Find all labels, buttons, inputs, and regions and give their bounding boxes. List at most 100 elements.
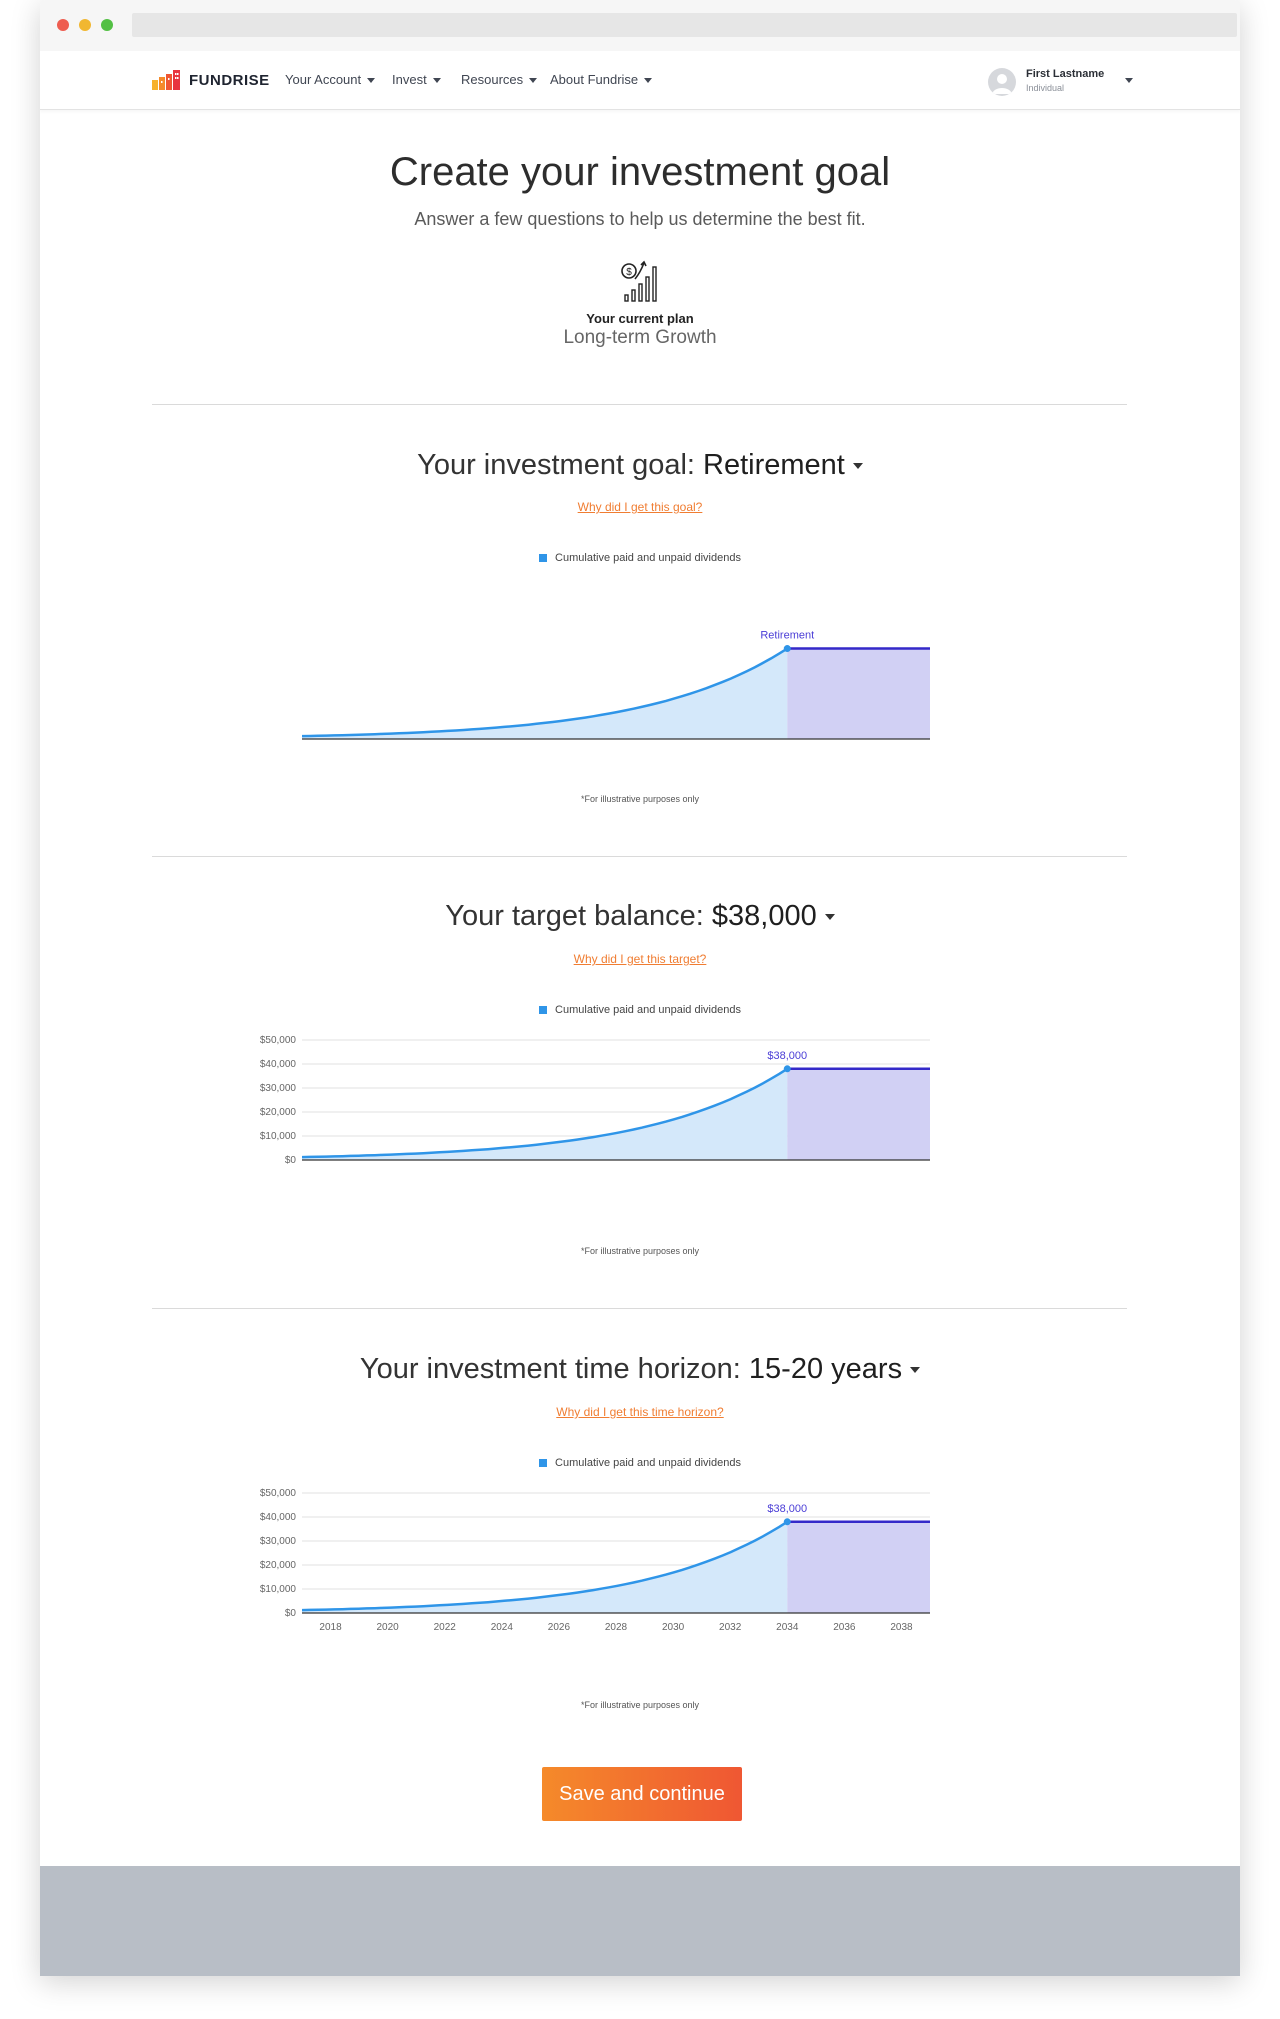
y-tick-label: $50,000 (260, 1488, 297, 1499)
chart-disclaimer: *For illustrative purposes only (580, 1700, 700, 1710)
browser-window: FUNDRISE Your Account Invest Resources A… (40, 0, 1240, 1976)
x-tick-label: 2036 (833, 1622, 856, 1633)
nav-label: Invest (392, 72, 427, 87)
legend-label: Cumulative paid and unpaid dividends (555, 552, 741, 564)
goal-annotation: $38,000 (767, 1503, 807, 1515)
save-and-continue-button[interactable]: Save and continue (542, 1767, 742, 1821)
x-tick-label: 2030 (662, 1622, 685, 1633)
target-chart: $0 $10,000 $20,000 $30,000 $40,000 $50,000 $38… (260, 1035, 930, 1166)
target-select[interactable]: $38,000 (712, 900, 817, 932)
chevron-down-icon[interactable] (910, 1367, 921, 1374)
y-tick-label: $0 (285, 1155, 297, 1166)
y-tick-label: $20,000 (260, 1560, 297, 1571)
goal-region (787, 1521, 930, 1613)
dividend-area (302, 1068, 788, 1160)
x-tick-label: 2034 (776, 1622, 799, 1633)
current-plan-value: Long-term Growth (563, 327, 717, 348)
legend-label: Cumulative paid and unpaid dividends (555, 1457, 741, 1469)
chevron-down-icon[interactable] (852, 463, 863, 470)
browser-chrome (40, 0, 1240, 51)
y-tick-label: $40,000 (260, 1512, 297, 1523)
user-icon (992, 74, 1012, 94)
close-window-dot[interactable] (57, 19, 69, 31)
x-tick-label: 2032 (719, 1622, 742, 1633)
chart-disclaimer: *For illustrative purposes only (580, 794, 700, 804)
x-tick-label: 2026 (548, 1622, 571, 1633)
chart-legend: Cumulative paid and unpaid dividends (40, 1004, 1240, 1016)
user-type: Individual (1026, 83, 1065, 93)
goal-chart: Retirement (301, 630, 930, 740)
current-plan-label: Your current plan (586, 311, 694, 326)
page-title: Create your investment goal (389, 150, 891, 194)
goal-point (783, 1065, 791, 1073)
section-divider (152, 404, 1127, 405)
horizon-select[interactable]: 15-20 years (749, 1353, 902, 1385)
x-tick-label: 2028 (605, 1622, 628, 1633)
page-subtitle: Answer a few questions to help us determ… (414, 209, 866, 229)
user-name: First Lastname (1026, 68, 1105, 80)
dividend-area (302, 648, 788, 739)
minimize-window-dot[interactable] (79, 19, 91, 31)
chart-legend: Cumulative paid and unpaid dividends (40, 552, 1240, 564)
target-title: Your target balance: $38,000 (40, 900, 1240, 933)
top-nav: FUNDRISE Your Account Invest Resources A… (40, 51, 1240, 110)
section-divider (152, 1308, 1127, 1309)
goal-region (787, 1068, 930, 1160)
nav-label: Resources (461, 72, 524, 87)
logo-text: FUNDRISE (189, 71, 270, 89)
nav-invest[interactable]: Invest (392, 72, 441, 87)
legend-label: Cumulative paid and unpaid dividends (555, 1004, 741, 1016)
growth-chart-icon: $ (621, 260, 657, 302)
goal-point (783, 1518, 791, 1526)
fundrise-logo-icon (152, 70, 180, 90)
chevron-down-icon (644, 78, 653, 84)
goal-select[interactable]: Retirement (703, 449, 845, 481)
avatar (988, 68, 1016, 96)
nav-label: About Fundrise (550, 72, 639, 87)
address-bar[interactable] (132, 13, 1237, 37)
x-tick-label: 2024 (491, 1622, 514, 1633)
chevron-down-icon (367, 78, 376, 84)
x-tick-label: 2020 (377, 1622, 400, 1633)
horizon-title: Your investment time horizon: 15-20 year… (40, 1353, 1240, 1386)
nav-your-account[interactable]: Your Account (285, 72, 376, 87)
goal-prefix: Your investment goal: (417, 449, 704, 481)
nav-label: Your Account (285, 72, 362, 87)
why-target-link[interactable]: Why did I get this target? (574, 952, 707, 966)
goal-title: Your investment goal: Retirement (40, 449, 1240, 482)
y-tick-label: $40,000 (260, 1059, 297, 1070)
x-tick-label: 2022 (434, 1622, 457, 1633)
chevron-down-icon (1125, 78, 1133, 83)
goal-annotation: Retirement (760, 630, 814, 642)
chevron-down-icon (432, 78, 441, 84)
chart-legend: Cumulative paid and unpaid dividends (40, 1457, 1240, 1469)
user-menu[interactable]: First Lastname Individual (988, 66, 1133, 98)
x-tick-label: 2038 (890, 1622, 913, 1633)
horizon-prefix: Your investment time horizon: (359, 1353, 749, 1385)
legend-swatch (539, 1459, 548, 1468)
goal-point (783, 645, 791, 653)
nav-about-fundrise[interactable]: About Fundrise (550, 72, 653, 87)
section-divider (152, 856, 1127, 857)
why-horizon-link[interactable]: Why did I get this time horizon? (556, 1405, 723, 1419)
x-tick-label: 2018 (319, 1622, 342, 1633)
why-goal-link[interactable]: Why did I get this goal? (578, 500, 703, 514)
y-tick-label: $30,000 (260, 1536, 297, 1547)
y-tick-label: $0 (285, 1608, 297, 1619)
maximize-window-dot[interactable] (101, 19, 113, 31)
chevron-down-icon (529, 78, 538, 84)
goal-region (787, 648, 930, 739)
nav-resources[interactable]: Resources (461, 72, 538, 87)
horizon-chart: $0 $10,000 $20,000 $30,000 $40,000 $50,000 $38… (260, 1488, 930, 1633)
y-tick-label: $30,000 (260, 1083, 297, 1094)
dividend-area (302, 1521, 788, 1613)
svg-text:$: $ (626, 267, 632, 278)
footer (40, 1866, 1240, 1976)
chart-disclaimer: *For illustrative purposes only (580, 1246, 700, 1256)
target-prefix: Your target balance: (445, 900, 712, 932)
y-tick-label: $10,000 (260, 1131, 297, 1142)
fundrise-logo[interactable]: FUNDRISE (152, 68, 270, 92)
y-tick-label: $10,000 (260, 1584, 297, 1595)
y-tick-label: $50,000 (260, 1035, 297, 1046)
chevron-down-icon[interactable] (824, 914, 835, 921)
